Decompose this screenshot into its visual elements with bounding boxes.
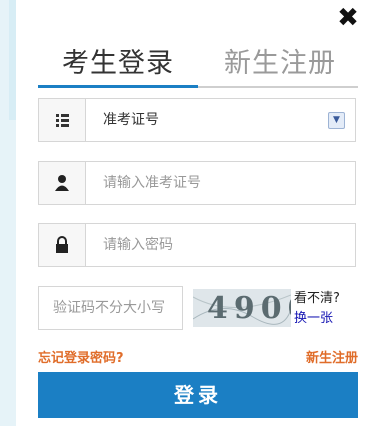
id-number-field[interactable]: 请输入准考证号: [38, 161, 356, 205]
captcha-input[interactable]: 验证码不分大小写: [38, 286, 183, 330]
page-background-strip: [0, 0, 16, 426]
user-icon: [39, 162, 86, 204]
captcha-code: 4900: [207, 291, 291, 326]
refresh-captcha-link[interactable]: 换一张: [294, 307, 333, 326]
active-tab-indicator: [38, 85, 198, 88]
list-icon: [39, 99, 86, 141]
forgot-password-link[interactable]: 忘记登录密码?: [38, 347, 124, 366]
password-placeholder: 请输入密码: [103, 237, 173, 253]
id-number-placeholder: 请输入准考证号: [103, 175, 201, 191]
lock-icon: [39, 224, 86, 266]
refresh-question: 看不清?: [294, 291, 340, 306]
captcha-image[interactable]: 4900: [193, 289, 291, 327]
chevron-down-icon[interactable]: ▼: [328, 112, 345, 129]
tab-bar: 考生登录 新生注册: [38, 44, 358, 90]
password-field[interactable]: 请输入密码: [38, 223, 356, 267]
id-type-select[interactable]: 准考证号 ▼: [38, 98, 356, 142]
login-button[interactable]: 登录: [38, 372, 358, 418]
id-type-selected-value: 准考证号: [103, 112, 159, 128]
tab-new-student-register[interactable]: 新生注册: [224, 44, 336, 84]
register-link[interactable]: 新生注册: [306, 347, 358, 366]
tab-student-login[interactable]: 考生登录: [62, 44, 174, 84]
close-icon[interactable]: ✖: [336, 4, 360, 32]
